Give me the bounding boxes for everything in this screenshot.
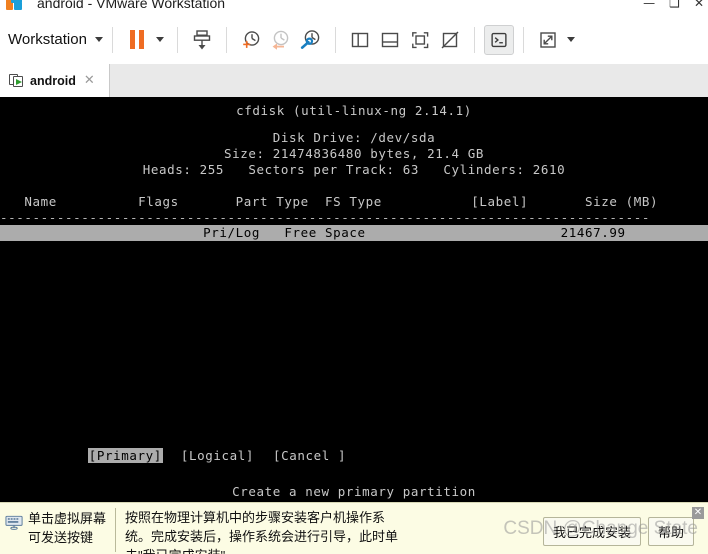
chevron-down-icon <box>566 37 575 42</box>
pause-dropdown-button[interactable] <box>152 25 168 55</box>
manage-snapshots-button[interactable] <box>296 25 326 55</box>
panel-bottom-icon <box>381 32 399 47</box>
vm-powered-on-icon <box>9 73 24 88</box>
console-view-button[interactable] <box>483 24 514 55</box>
toolbar-divider <box>225 26 227 53</box>
cfdisk-title: cfdisk (util-linux-ng 2.14.1) <box>236 103 472 118</box>
workstation-menu-label: Workstation <box>8 31 87 48</box>
disk-geometry-line: Heads: 255 Sectors per Track: 63 Cylinde… <box>142 162 566 177</box>
workstation-menu-button[interactable]: Workstation <box>8 31 103 48</box>
chevron-down-icon <box>155 37 164 42</box>
vmware-logo-icon <box>6 0 23 12</box>
snapshot-add-icon <box>243 30 260 48</box>
primary-button[interactable]: [Primary] <box>87 448 163 463</box>
maximize-button[interactable]: ❑ <box>669 0 680 15</box>
keyboard-icon-wrap <box>0 503 28 530</box>
partition-row-free-space[interactable]: Pri/Log Free Space 21467.99 <box>0 225 708 241</box>
revert-snapshot-button[interactable] <box>266 25 296 55</box>
cancel-button[interactable]: [Cancel ] <box>272 448 347 463</box>
tip-left-text: 单击虚拟屏幕 可发送按键 <box>28 511 107 545</box>
toolbar-divider <box>334 26 336 53</box>
hide-thumbnail-bar-button[interactable] <box>435 25 465 55</box>
keyboard-icon <box>4 515 23 530</box>
tip-main-text: 按照在物理计算机中的步骤安装客户机操作系 统。完成安装后，操作系统会进行引导，此… <box>125 510 399 554</box>
chevron-down-icon <box>94 37 103 42</box>
take-snapshot-button[interactable] <box>236 25 266 55</box>
help-button[interactable]: 帮助 <box>647 517 694 546</box>
vmware-workstation-window: android - VMware Workstation — ❑ ✕ Works… <box>0 0 708 554</box>
disk-drive-line: Disk Drive: /dev/sda <box>272 130 436 145</box>
tab-android[interactable]: android ✕ <box>0 64 110 97</box>
tab-strip: android ✕ <box>0 64 708 98</box>
snapshot-manager-icon <box>300 29 320 49</box>
thumbnail-bar-off-icon <box>441 31 459 48</box>
partition-table-header: Name Flags Part Type FS Type [Label] Siz… <box>0 194 659 209</box>
show-bottom-pane-button[interactable] <box>375 25 405 55</box>
full-screen-button[interactable] <box>533 25 563 55</box>
minimize-button[interactable]: — <box>643 0 655 15</box>
close-tip-button[interactable]: ✕ <box>692 507 704 519</box>
vm-tip-bar: 单击虚拟屏幕 可发送按键 按照在物理计算机中的步骤安装客户机操作系 统。完成安装… <box>0 502 708 554</box>
toolbar-divider <box>522 26 524 53</box>
send-keys-icon <box>193 29 211 49</box>
tip-buttons: 我已完成安装 帮助 <box>537 503 708 546</box>
pause-icon <box>129 30 144 49</box>
snapshot-revert-icon <box>272 30 289 50</box>
show-left-pane-button[interactable] <box>345 25 375 55</box>
pause-vm-button[interactable] <box>122 25 152 55</box>
vm-console-screen[interactable]: cfdisk (util-linux-ng 2.14.1) Disk Drive… <box>0 97 708 502</box>
thumbnail-bar-icon <box>412 31 429 48</box>
installation-complete-button[interactable]: 我已完成安装 <box>542 517 641 546</box>
cfdisk-help-text: Create a new primary partition <box>232 484 476 499</box>
full-screen-dropdown-button[interactable] <box>563 25 579 55</box>
tip-divider <box>115 508 117 552</box>
partition-table-rule: ----------------------------------------… <box>0 210 651 225</box>
send-ctrl-alt-del-button[interactable] <box>187 25 217 55</box>
toolbar-divider <box>176 26 178 53</box>
window-title: android - VMware Workstation <box>37 0 226 11</box>
logical-button[interactable]: [Logical] <box>180 448 255 463</box>
close-window-button[interactable]: ✕ <box>694 0 704 15</box>
tab-label: android <box>30 73 76 88</box>
show-thumbnail-bar-button[interactable] <box>405 25 435 55</box>
cfdisk-button-row: [Primary] [Logical] [Cancel ] <box>0 433 708 478</box>
disk-size-line: Size: 21474836480 bytes, 21.4 GB <box>223 146 485 161</box>
fullscreen-expand-icon <box>540 31 556 48</box>
toolbar-divider <box>111 26 113 53</box>
main-toolbar: Workstation <box>0 15 708 65</box>
toolbar-divider <box>473 26 475 53</box>
tab-close-button[interactable]: ✕ <box>84 74 95 87</box>
console-prompt-icon <box>491 32 507 47</box>
panel-left-icon <box>351 32 369 47</box>
title-bar: android - VMware Workstation — ❑ ✕ <box>0 0 708 15</box>
window-controls: — ❑ ✕ <box>643 0 704 15</box>
